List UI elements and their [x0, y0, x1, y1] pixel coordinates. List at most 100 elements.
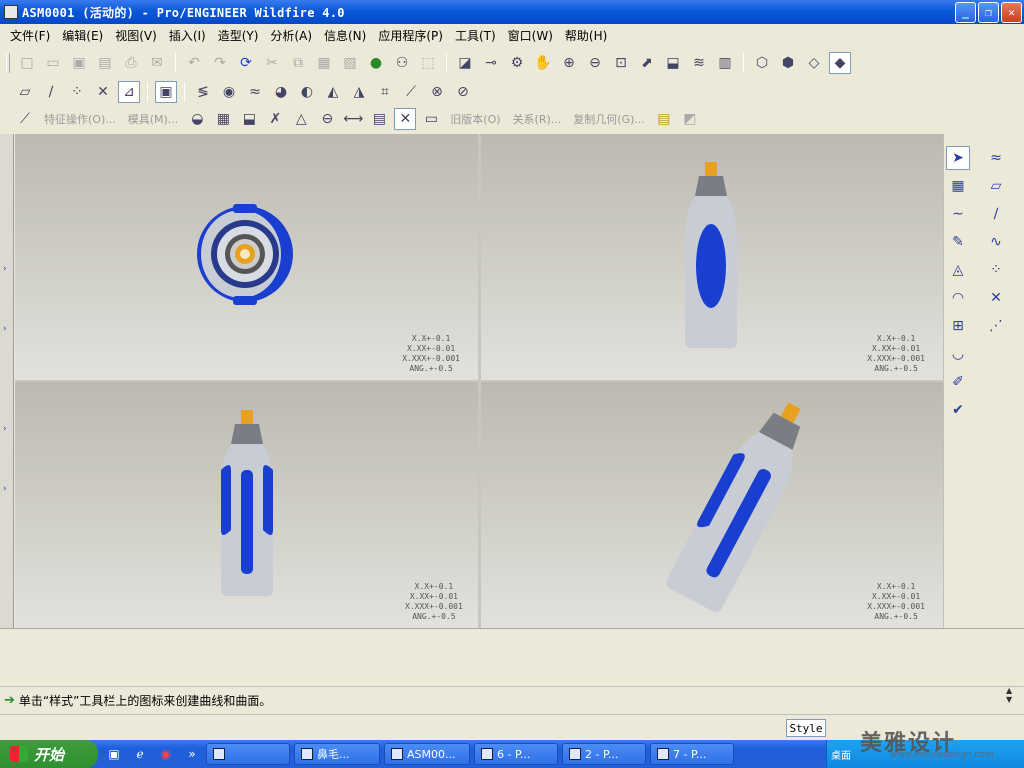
points-icon[interactable]: ⁘ [984, 258, 1008, 282]
splitter-arrow-icon[interactable]: › [3, 484, 7, 494]
annotation-display-icon[interactable]: ⊿ [118, 81, 140, 103]
line-icon[interactable]: ∕ [984, 202, 1008, 226]
window-activate-icon[interactable]: ▭ [420, 108, 442, 130]
orient-icon[interactable]: ⚙ [506, 52, 528, 74]
spin-center-icon[interactable]: ⊸ [480, 52, 502, 74]
viewport-top[interactable]: X.X+-0.1 X.XX+-0.01 X.XXX+-0.001 ANG.+-0.5 [15, 134, 478, 380]
regenerate-icon[interactable]: ⟳ [235, 52, 257, 74]
family-table-icon[interactable]: ▤ [368, 108, 390, 130]
paste-icon[interactable]: ▦ [313, 52, 335, 74]
menu-insert[interactable]: 插入(I) [163, 27, 212, 44]
pan-hand-icon[interactable]: ✋ [532, 52, 554, 74]
slope-icon[interactable]: ◮ [348, 81, 370, 103]
trim-icon[interactable]: ✕ [984, 286, 1008, 310]
curvature-icon[interactable]: ◕ [270, 81, 292, 103]
edit-curve-icon[interactable]: ✎ [946, 230, 970, 254]
boundary-surface-icon[interactable]: ◠ [946, 286, 970, 310]
offset-icon[interactable]: ⌗ [374, 81, 396, 103]
legacy-menu[interactable]: 旧版本(O) [450, 111, 500, 127]
datum-point-display-icon[interactable]: ⁘ [66, 81, 88, 103]
copy-geometry-menu[interactable]: 复制几何(G)... [573, 111, 645, 127]
feature-ops-menu[interactable]: 特征操作(O)... [44, 111, 116, 127]
task-6[interactable]: 6 - P... [474, 743, 558, 765]
zoom-out-icon[interactable]: ⊖ [584, 52, 606, 74]
surface-icon[interactable]: ◬ [946, 258, 970, 282]
cut-icon[interactable]: ✂ [261, 52, 283, 74]
model-display-icon[interactable]: ▣ [155, 81, 177, 103]
internal-plane-icon[interactable]: ▱ [984, 174, 1008, 198]
viewport-iso[interactable]: X.X+-0.1 X.XX+-0.01 X.XXX+-0.001 ANG.+-0.5 [481, 382, 943, 628]
curve-analysis-icon[interactable]: ≶ [192, 81, 214, 103]
connect-icon[interactable]: ⊞ [946, 314, 970, 338]
quicklaunch-icon[interactable]: ▣ [104, 744, 124, 764]
hidden-line-icon[interactable]: ⬢ [777, 52, 799, 74]
surface-trim-icon[interactable]: ✐ [946, 370, 970, 394]
create-curve-icon[interactable]: ∼ [946, 202, 970, 226]
saved-views-icon[interactable]: ⬓ [662, 52, 684, 74]
reflection-icon[interactable]: ≈ [244, 81, 266, 103]
style-indicator[interactable]: Style [786, 719, 826, 737]
done-check-icon[interactable]: ✔ [946, 398, 970, 422]
menu-edit[interactable]: 编辑(E) [56, 27, 109, 44]
view-manager-icon[interactable]: ▥ [714, 52, 736, 74]
task-2[interactable]: 2 - P... [562, 743, 646, 765]
shaded-icon[interactable]: ◆ [829, 52, 851, 74]
layers-icon[interactable]: ≋ [688, 52, 710, 74]
datum-plane-display-icon[interactable]: ▱ [14, 81, 36, 103]
restore-button[interactable]: ❐ [978, 1, 999, 23]
redo-icon[interactable]: ↷ [209, 52, 231, 74]
left-splitter[interactable]: › › › › [0, 134, 14, 628]
table-icon[interactable]: ▦ [212, 108, 234, 130]
offset-point-icon[interactable]: ⋰ [984, 314, 1008, 338]
print-icon[interactable]: ⎙ [120, 52, 142, 74]
close-window-icon[interactable]: ✕ [394, 108, 417, 130]
graphics-area[interactable]: X.X+-0.1 X.XX+-0.01 X.XXX+-0.001 ANG.+-0.5 … [15, 134, 943, 628]
splitter-arrow-icon[interactable]: › [3, 324, 7, 334]
binoculars-icon[interactable]: ⚇ [391, 52, 413, 74]
menu-tools[interactable]: 工具(T) [449, 27, 502, 44]
triangle-icon[interactable]: △ [290, 108, 312, 130]
task-network[interactable] [206, 743, 290, 765]
select-arrow-icon[interactable]: ➤ [946, 146, 970, 170]
mold-menu[interactable]: 模具(M)... [128, 111, 179, 127]
paste-special-icon[interactable]: ▧ [339, 52, 361, 74]
start-button[interactable]: 开始 [0, 740, 98, 768]
shade-analysis-icon[interactable]: ◐ [296, 81, 318, 103]
menu-view[interactable]: 视图(V) [109, 27, 163, 44]
revolve-icon[interactable]: ⊖ [316, 108, 338, 130]
check-icon[interactable]: ◩ [679, 108, 701, 130]
zoom-fit-icon[interactable]: ⊡ [610, 52, 632, 74]
save-icon[interactable]: ▣ [68, 52, 90, 74]
wireframe-icon[interactable]: ⬡ [751, 52, 773, 74]
task-firefox[interactable]: 鼻毛... [294, 743, 380, 765]
open-file-icon[interactable]: ▭ [42, 52, 64, 74]
delete-analysis-icon[interactable]: ⊗ [426, 81, 448, 103]
menu-styling[interactable]: 造型(Y) [212, 27, 265, 44]
csys-display-icon[interactable]: ✕ [92, 81, 114, 103]
close-button[interactable]: ✕ [1001, 1, 1022, 23]
menu-info[interactable]: 信息(N) [318, 27, 372, 44]
more-quicklaunch-icon[interactable]: » [182, 744, 202, 764]
feature-ops-icon[interactable]: ⟋ [14, 108, 36, 130]
minimize-button[interactable]: _ [955, 1, 976, 23]
draft-icon[interactable]: ◭ [322, 81, 344, 103]
folder-icon[interactable]: ▤ [653, 108, 675, 130]
surface-edit-icon[interactable]: ◡ [946, 342, 970, 366]
menu-applications[interactable]: 应用程序(P) [372, 27, 449, 44]
copy-icon[interactable]: ⧉ [287, 52, 309, 74]
dihedral-icon[interactable]: ⟋ [400, 81, 422, 103]
viewport-front[interactable]: X.X+-0.1 X.XX+-0.01 X.XXX+-0.001 ANG.+-0.5 [481, 134, 943, 380]
task-proe[interactable]: ASM00... [384, 743, 470, 765]
menu-analysis[interactable]: 分析(A) [264, 27, 318, 44]
new-file-icon[interactable]: □ [16, 52, 38, 74]
menu-help[interactable]: 帮助(H) [559, 27, 613, 44]
splitter-arrow-icon[interactable]: › [3, 424, 7, 434]
hide-analysis-icon[interactable]: ⊘ [452, 81, 474, 103]
spline-icon[interactable]: ∿ [984, 230, 1008, 254]
surface-analysis-icon[interactable]: ◉ [218, 81, 240, 103]
reorient-icon[interactable]: ⬈ [636, 52, 658, 74]
extrude-icon[interactable]: ⬓ [238, 108, 260, 130]
ie-icon[interactable]: ℯ [130, 744, 150, 764]
splitter-arrow-icon[interactable]: › [3, 264, 7, 274]
xsection-icon[interactable]: ✗ [264, 108, 286, 130]
